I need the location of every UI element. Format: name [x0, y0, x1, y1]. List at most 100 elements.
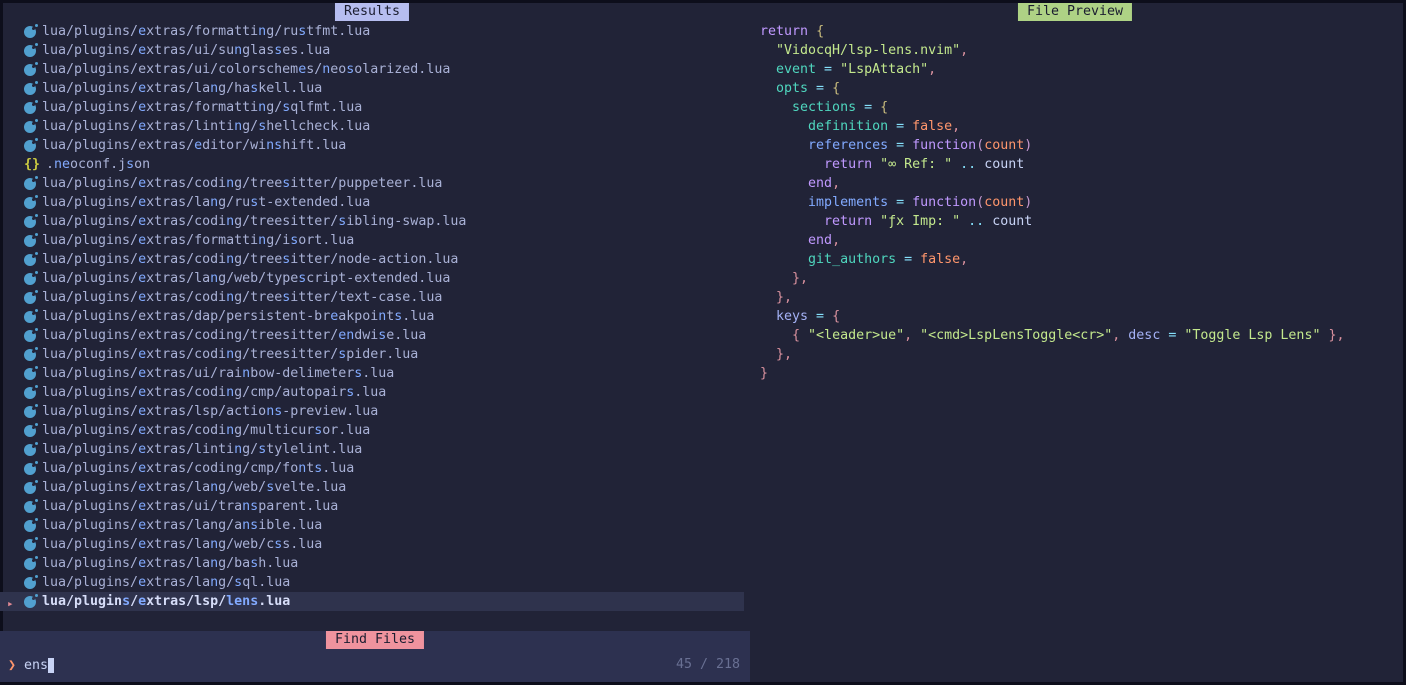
result-row[interactable]: lua/plugins/extras/coding/treesitter/sib…: [0, 212, 744, 231]
result-path: lua/plugins/extras/lang/rust-extended.lu…: [42, 193, 370, 212]
selection-caret-icon: ▸: [7, 594, 14, 613]
result-row[interactable]: {}.neoconf.json: [0, 155, 744, 174]
result-row[interactable]: lua/plugins/extras/formatting/isort.lua: [0, 231, 744, 250]
code-line: }: [760, 364, 1344, 383]
code-line: "VidocqH/lsp-lens.nvim",: [760, 41, 1344, 60]
result-path: lua/plugins/extras/lang/web/css.lua: [42, 535, 322, 554]
results-list: lua/plugins/extras/formatting/rustfmt.lu…: [0, 22, 744, 611]
lua-file-icon: [24, 539, 36, 551]
lua-file-icon: [24, 45, 36, 57]
result-row[interactable]: lua/plugins/extras/coding/treesitter/spi…: [0, 345, 744, 364]
lua-file-icon: [24, 64, 36, 76]
lua-file-icon: [24, 501, 36, 513]
result-row[interactable]: lua/plugins/extras/linting/stylelint.lua: [0, 440, 744, 459]
result-row[interactable]: lua/plugins/extras/formatting/rustfmt.lu…: [0, 22, 744, 41]
file-preview-pane: File Preview return { "VidocqH/lsp-lens.…: [745, 0, 1403, 682]
result-path: lua/plugins/extras/coding/treesitter/pup…: [42, 174, 442, 193]
result-path: lua/plugins/extras/coding/cmp/fonts.lua: [42, 459, 354, 478]
prompt-input[interactable]: ❯ ens: [0, 650, 750, 680]
json-file-icon: {}: [24, 155, 40, 174]
result-path: lua/plugins/extras/coding/treesitter/spi…: [42, 345, 418, 364]
result-row[interactable]: lua/plugins/extras/lang/web/typescript-e…: [0, 269, 744, 288]
lua-file-icon: [24, 140, 36, 152]
result-row[interactable]: lua/plugins/extras/linting/shellcheck.lu…: [0, 117, 744, 136]
lua-file-icon: [24, 558, 36, 570]
code-line: end,: [760, 231, 1344, 250]
lua-file-icon: [24, 330, 36, 342]
result-path: lua/plugins/extras/ui/transparent.lua: [42, 497, 338, 516]
lua-file-icon: [24, 596, 36, 608]
result-row[interactable]: lua/plugins/extras/formatting/sqlfmt.lua: [0, 98, 744, 117]
result-row[interactable]: lua/plugins/extras/editor/winshift.lua: [0, 136, 744, 155]
result-path: lua/plugins/extras/coding/treesitter/nod…: [42, 250, 458, 269]
code-line: git_authors = false,: [760, 250, 1344, 269]
result-row[interactable]: lua/plugins/extras/coding/treesitter/end…: [0, 326, 744, 345]
result-row[interactable]: lua/plugins/extras/lang/rust-extended.lu…: [0, 193, 744, 212]
result-path: lua/plugins/extras/dap/persistent-breakp…: [42, 307, 434, 326]
result-row[interactable]: lua/plugins/extras/coding/cmp/fonts.lua: [0, 459, 744, 478]
result-row[interactable]: lua/plugins/extras/coding/multicursor.lu…: [0, 421, 744, 440]
lua-file-icon: [24, 216, 36, 228]
result-row[interactable]: lua/plugins/extras/lang/bash.lua: [0, 554, 744, 573]
lua-file-icon: [24, 273, 36, 285]
lua-file-icon: [24, 387, 36, 399]
code-line: definition = false,: [760, 117, 1344, 136]
code-line: end,: [760, 174, 1344, 193]
result-row[interactable]: lua/plugins/extras/lang/web/css.lua: [0, 535, 744, 554]
result-path: lua/plugins/extras/ui/sunglasses.lua: [42, 41, 330, 60]
lua-file-icon: [24, 26, 36, 38]
result-row[interactable]: lua/plugins/extras/coding/treesitter/tex…: [0, 288, 744, 307]
code-line: event = "LspAttach",: [760, 60, 1344, 79]
result-row[interactable]: lua/plugins/extras/coding/treesitter/nod…: [0, 250, 744, 269]
result-path: lua/plugins/extras/lang/ansible.lua: [42, 516, 322, 535]
lua-file-icon: [24, 311, 36, 323]
match-counter: 45 / 218: [676, 650, 740, 680]
result-path: lua/plugins/extras/formatting/rustfmt.lu…: [42, 22, 370, 41]
text-cursor: [48, 658, 54, 673]
result-path: lua/plugins/extras/ui/colorschemes/neoso…: [42, 60, 450, 79]
result-row[interactable]: lua/plugins/extras/ui/sunglasses.lua: [0, 41, 744, 60]
result-row[interactable]: lua/plugins/extras/coding/cmp/autopairs.…: [0, 383, 744, 402]
results-pane: Results lua/plugins/extras/formatting/ru…: [0, 0, 744, 630]
result-row[interactable]: lua/plugins/extras/lang/haskell.lua: [0, 79, 744, 98]
result-path: lua/plugins/extras/lsp/actions-preview.l…: [42, 402, 378, 421]
lua-file-icon: [24, 121, 36, 133]
results-title: Results: [335, 3, 409, 21]
lua-file-icon: [24, 178, 36, 190]
result-path: lua/plugins/extras/linting/shellcheck.lu…: [42, 117, 370, 136]
file-preview-title: File Preview: [1018, 3, 1132, 21]
prompt-title: Find Files: [326, 631, 424, 649]
code-line: },: [760, 345, 1344, 364]
result-row[interactable]: lua/plugins/extras/lang/web/svelte.lua: [0, 478, 744, 497]
prompt-caret-icon: ❯: [8, 656, 16, 675]
lua-file-icon: [24, 368, 36, 380]
prompt-query-text: ens: [24, 656, 48, 675]
result-path: lua/plugins/extras/ui/rainbow-delimeters…: [42, 364, 394, 383]
code-line: },: [760, 269, 1344, 288]
code-line: },: [760, 288, 1344, 307]
result-path: lua/plugins/extras/coding/treesitter/tex…: [42, 288, 442, 307]
lua-file-icon: [24, 406, 36, 418]
result-path: lua/plugins/extras/coding/multicursor.lu…: [42, 421, 370, 440]
lua-file-icon: [24, 349, 36, 361]
result-row[interactable]: lua/plugins/extras/lang/sql.lua: [0, 573, 744, 592]
result-path: lua/plugins/extras/formatting/isort.lua: [42, 231, 354, 250]
result-row-selected[interactable]: ▸lua/plugins/extras/lsp/lens.lua: [0, 592, 744, 611]
result-row[interactable]: lua/plugins/extras/ui/transparent.lua: [0, 497, 744, 516]
result-row[interactable]: lua/plugins/extras/dap/persistent-breakp…: [0, 307, 744, 326]
result-row[interactable]: lua/plugins/extras/ui/rainbow-delimeters…: [0, 364, 744, 383]
code-line: return "ƒx Imp: " .. count: [760, 212, 1344, 231]
lua-file-icon: [24, 254, 36, 266]
result-row[interactable]: lua/plugins/extras/coding/treesitter/pup…: [0, 174, 744, 193]
result-row[interactable]: lua/plugins/extras/lsp/actions-preview.l…: [0, 402, 744, 421]
lua-file-icon: [24, 577, 36, 589]
code-line: sections = {: [760, 98, 1344, 117]
code-line: return "∞ Ref: " .. count: [760, 155, 1344, 174]
result-path: lua/plugins/extras/formatting/sqlfmt.lua: [42, 98, 362, 117]
file-preview-code: return { "VidocqH/lsp-lens.nvim", event …: [760, 22, 1344, 383]
result-row[interactable]: lua/plugins/extras/lang/ansible.lua: [0, 516, 744, 535]
lua-file-icon: [24, 83, 36, 95]
lua-file-icon: [24, 482, 36, 494]
result-row[interactable]: lua/plugins/extras/ui/colorschemes/neoso…: [0, 60, 744, 79]
result-path: lua/plugins/extras/linting/stylelint.lua: [42, 440, 362, 459]
